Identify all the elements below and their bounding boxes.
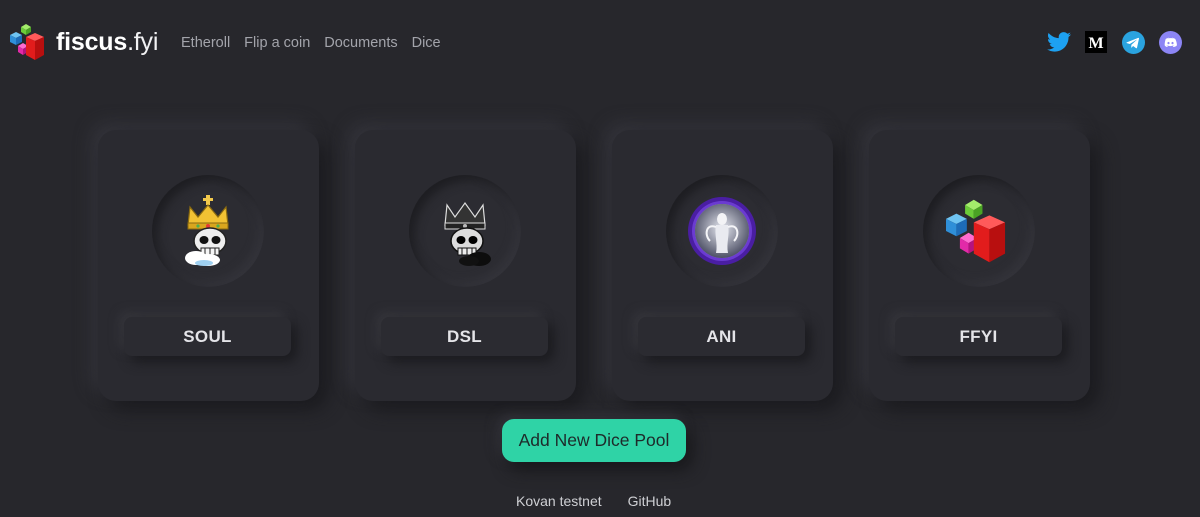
token-label: ANI bbox=[638, 317, 805, 356]
token-card-soul[interactable]: SOUL bbox=[98, 130, 319, 401]
nav-link-dice[interactable]: Dice bbox=[412, 35, 441, 51]
nav-link-etheroll[interactable]: Etheroll bbox=[181, 35, 230, 51]
token-label: DSL bbox=[381, 317, 548, 356]
token-icon-container bbox=[152, 175, 264, 287]
token-card-ani[interactable]: ANI bbox=[612, 130, 833, 401]
social-links: M bbox=[1047, 30, 1182, 54]
page: fiscus.fyi Etheroll Flip a coin Document… bbox=[0, 0, 1200, 517]
dark-skull-king-icon bbox=[444, 201, 491, 266]
skull-king-icon bbox=[185, 195, 229, 266]
nav-link-flip-a-coin[interactable]: Flip a coin bbox=[244, 35, 310, 51]
main-nav: Etheroll Flip a coin Documents Dice bbox=[181, 35, 441, 51]
token-card-dsl[interactable]: DSL bbox=[355, 130, 576, 401]
token-icon-container bbox=[409, 175, 521, 287]
angel-medallion-icon bbox=[688, 197, 756, 265]
footer-link-github[interactable]: GitHub bbox=[628, 493, 672, 509]
footer: Kovan testnet GitHub bbox=[516, 493, 671, 509]
svg-text:M: M bbox=[1088, 35, 1103, 52]
header: fiscus.fyi Etheroll Flip a coin Document… bbox=[0, 0, 1200, 86]
discord-icon[interactable] bbox=[1158, 30, 1182, 54]
brand-name[interactable]: fiscus.fyi bbox=[56, 28, 158, 57]
token-label: SOUL bbox=[124, 317, 291, 356]
brand-name-bold: fiscus bbox=[56, 28, 128, 56]
nav-link-documents[interactable]: Documents bbox=[324, 35, 397, 51]
telegram-icon[interactable] bbox=[1121, 30, 1145, 54]
token-card-ffyi[interactable]: FFYI bbox=[869, 130, 1090, 401]
twitter-icon[interactable] bbox=[1047, 30, 1071, 54]
medium-icon[interactable]: M bbox=[1084, 30, 1108, 54]
token-icon-container bbox=[666, 175, 778, 287]
token-label: FFYI bbox=[895, 317, 1062, 356]
token-icon-container bbox=[923, 175, 1035, 287]
token-cards: SOUL DSL ANI FFYI bbox=[98, 130, 1090, 401]
fiscus-logo-icon[interactable] bbox=[10, 22, 48, 62]
cubes-logo-icon bbox=[946, 199, 1006, 263]
footer-link-kovan-testnet[interactable]: Kovan testnet bbox=[516, 493, 602, 509]
brand-name-light: .fyi bbox=[127, 28, 159, 56]
add-dice-pool-button[interactable]: Add New Dice Pool bbox=[502, 419, 686, 462]
